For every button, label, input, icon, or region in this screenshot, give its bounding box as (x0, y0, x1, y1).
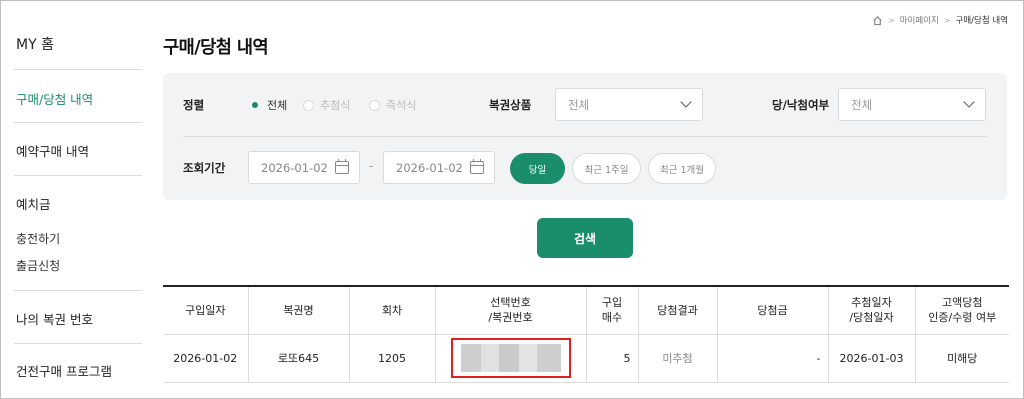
sidebar-item-purchase-history[interactable]: 구매/당첨 내역 (16, 89, 93, 108)
radio-checked-icon (250, 100, 261, 111)
sort-label: 정렬 (183, 98, 205, 112)
table-row: 2026-01-02 로또645 1205 5 미추첨 - 2026-01-03… (163, 334, 1009, 383)
calendar-icon[interactable] (335, 159, 349, 174)
col-header: 추첨일자 /당첨일자 (828, 286, 916, 335)
sidebar-item-reserved-purchase[interactable]: 예약구매 내역 (16, 141, 89, 160)
cell-high-prize-status: 미해당 (915, 334, 1009, 383)
date-from-field[interactable]: 2026-01-02 (248, 151, 360, 184)
period-label: 조회기간 (183, 161, 226, 175)
col-header: 구입일자 (163, 286, 249, 335)
redacted-number (460, 344, 561, 372)
filter-panel: 정렬 전체 추첨식 즉석식 복권상품 전체 당/낙첨여부 전체 조회기간 202… (163, 73, 1007, 200)
chevron-right-icon: > (887, 15, 895, 25)
sidebar-divider (14, 290, 142, 291)
purchase-history-table: 구입일자 복권명 회차 선택번호 /복권번호 구입 매수 당첨결과 당첨금 추첨… (163, 285, 1009, 383)
sidebar-divider (14, 69, 142, 70)
chevron-down-icon (963, 96, 975, 108)
sidebar-item-deposit[interactable]: 예치금 (16, 194, 51, 213)
col-header: 선택번호 /복권번호 (435, 286, 587, 335)
sidebar-sub-charge[interactable]: 충전하기 (16, 230, 60, 247)
radio-unchecked-icon (369, 99, 380, 111)
calendar-icon[interactable] (470, 159, 484, 174)
chevron-down-icon (680, 96, 692, 108)
cell-draw-date: 2026-01-03 (828, 334, 916, 383)
page-title: 구매/당첨 내역 (163, 38, 269, 58)
col-header: 회차 (349, 286, 436, 335)
product-select[interactable]: 전체 (555, 88, 703, 121)
sidebar-item-healthy-purchase[interactable]: 건전구매 프로그램 (16, 361, 112, 380)
table-header-row: 구입일자 복권명 회차 선택번호 /복권번호 구입 매수 당첨결과 당첨금 추첨… (163, 286, 1009, 335)
cell-selected-number[interactable] (435, 334, 587, 383)
col-header: 구입 매수 (586, 286, 639, 335)
radio-unchecked-icon (303, 99, 314, 111)
win-status-select[interactable]: 전체 (838, 88, 986, 121)
sort-radio-instant[interactable]: 즉석식 (369, 97, 416, 113)
win-status-label: 당/낙첨여부 (772, 98, 830, 112)
panel-divider (183, 136, 987, 137)
col-header: 당첨금 (717, 286, 829, 335)
sidebar-divider (14, 175, 142, 176)
sidebar-home[interactable]: MY 홈 (16, 34, 54, 54)
cell-round: 1205 (349, 334, 436, 383)
col-header: 당첨결과 (638, 286, 718, 335)
col-header: 복권명 (248, 286, 350, 335)
range-1week-button[interactable]: 최근 1주일 (572, 153, 641, 184)
sort-radio-all[interactable]: 전체 (250, 97, 287, 113)
breadcrumb: > 마이페이지 > 구매/당첨 내역 (872, 14, 1008, 26)
cell-purchase-date: 2026-01-02 (163, 334, 249, 383)
date-to-field[interactable]: 2026-01-02 (383, 151, 495, 184)
chevron-right-icon: > (943, 15, 951, 25)
range-today-button[interactable]: 당일 (510, 153, 565, 184)
sidebar-divider (14, 343, 142, 344)
range-1month-button[interactable]: 최근 1개월 (648, 153, 716, 184)
redacted-highlight-box (450, 338, 571, 378)
sidebar-item-my-numbers[interactable]: 나의 복권 번호 (16, 309, 93, 328)
date-separator: - (369, 159, 374, 173)
search-button[interactable]: 검색 (537, 218, 633, 258)
cell-result: 미추첨 (638, 334, 718, 383)
product-label: 복권상품 (489, 98, 532, 112)
sort-radio-draw[interactable]: 추첨식 (303, 97, 350, 113)
cell-quantity: 5 (586, 334, 639, 383)
col-header: 고액당첨 인증/수령 여부 (915, 286, 1009, 335)
sidebar-divider (14, 122, 142, 123)
breadcrumb-mypage[interactable]: 마이페이지 (900, 14, 939, 26)
home-icon[interactable] (872, 15, 883, 26)
cell-lottery-name: 로또645 (248, 334, 350, 383)
sidebar-sub-withdraw[interactable]: 출금신청 (16, 257, 60, 274)
breadcrumb-current: 구매/당첨 내역 (955, 16, 1009, 26)
cell-prize: - (717, 334, 829, 383)
